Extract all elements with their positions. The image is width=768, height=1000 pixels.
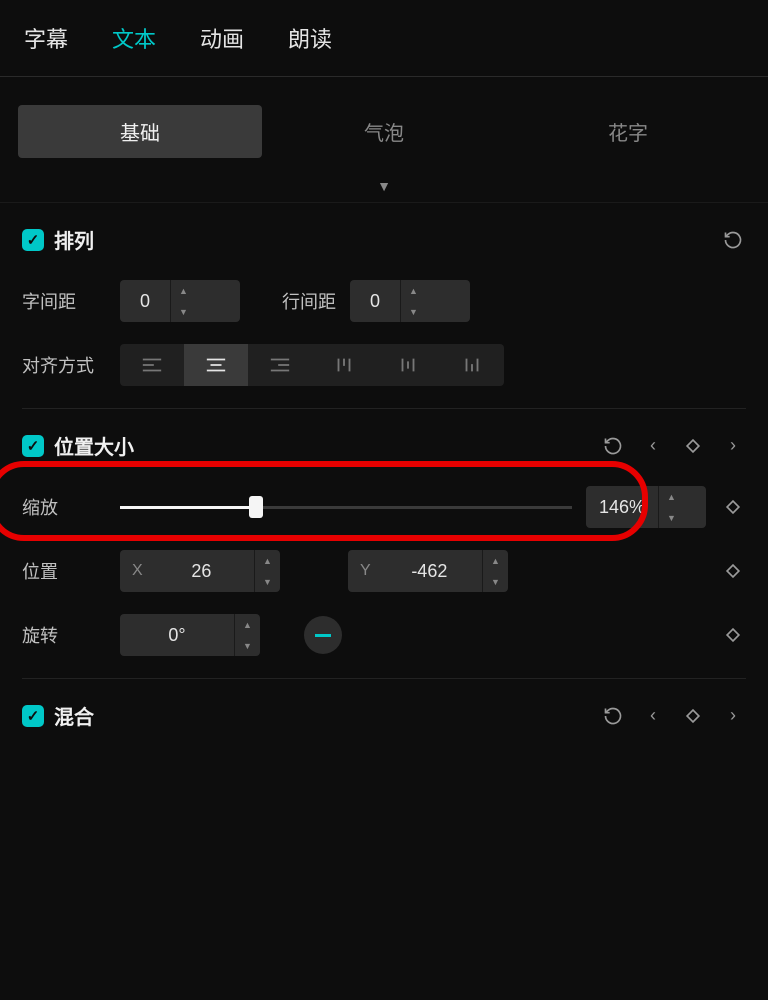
- top-tab-bar: 字幕 文本 动画 朗读: [0, 0, 768, 77]
- scale-label: 缩放: [22, 494, 106, 520]
- reset-icon: [603, 706, 623, 726]
- chevron-left-icon: ‹: [650, 435, 656, 456]
- spin-down-icon[interactable]: ▼: [659, 507, 684, 528]
- spin-up-icon[interactable]: ▲: [171, 280, 196, 301]
- keyframe-button[interactable]: [720, 558, 746, 584]
- align-label: 对齐方式: [22, 352, 106, 378]
- scale-input[interactable]: 146% ▲▼: [586, 486, 706, 528]
- line-spacing-input[interactable]: 0 ▲▼: [350, 280, 470, 322]
- rotation-value: 0°: [120, 625, 234, 646]
- keyframe-button[interactable]: [720, 622, 746, 648]
- char-spacing-value: 0: [120, 291, 170, 312]
- pos-x-value: 26: [149, 561, 254, 582]
- spin-up-icon[interactable]: ▲: [483, 550, 508, 571]
- position-row: 位置 X 26 ▲▼ Y -462 ▲▼: [22, 550, 746, 592]
- slider-thumb[interactable]: [249, 496, 263, 518]
- keyframe-next-button[interactable]: ›: [720, 703, 746, 729]
- pos-x-input[interactable]: X 26 ▲▼: [120, 550, 280, 592]
- diamond-icon: [683, 706, 703, 726]
- align-vert-icon: [333, 356, 355, 374]
- spin-up-icon[interactable]: ▲: [401, 280, 426, 301]
- spin-down-icon[interactable]: ▼: [171, 301, 196, 322]
- section-position-size: ✓ 位置大小 ‹ › 缩放 146% ▲▼: [0, 409, 768, 679]
- spin-up-icon[interactable]: ▲: [235, 614, 260, 635]
- char-spacing-input[interactable]: 0 ▲▼: [120, 280, 240, 322]
- chevron-down-icon: ▼: [377, 178, 391, 194]
- rotation-input[interactable]: 0° ▲▼: [120, 614, 260, 656]
- chevron-left-icon: ‹: [650, 705, 656, 726]
- align-center-button[interactable]: [184, 344, 248, 386]
- tab-animation[interactable]: 动画: [200, 22, 244, 54]
- align-vert-left-button[interactable]: [312, 344, 376, 386]
- align-vert-icon: [461, 356, 483, 374]
- reset-button[interactable]: [600, 433, 626, 459]
- diamond-icon: [683, 436, 703, 456]
- spin-up-icon[interactable]: ▲: [255, 550, 280, 571]
- position-size-checkbox[interactable]: ✓: [22, 435, 44, 457]
- align-right-icon: [269, 356, 291, 374]
- line-spacing-label: 行间距: [282, 288, 336, 314]
- section-blend: ✓ 混合 ‹ ›: [0, 679, 768, 730]
- rotation-row: 旋转 0° ▲▼: [22, 614, 746, 656]
- keyframe-button[interactable]: [680, 433, 706, 459]
- collapse-toggle[interactable]: ▼: [0, 158, 768, 203]
- align-vert-center-button[interactable]: [376, 344, 440, 386]
- keyframe-prev-button[interactable]: ‹: [640, 703, 666, 729]
- chevron-right-icon: ›: [730, 435, 736, 456]
- rotation-dial[interactable]: [304, 616, 342, 654]
- sub-tab-basic[interactable]: 基础: [18, 105, 262, 158]
- align-right-button[interactable]: [248, 344, 312, 386]
- diamond-icon: [723, 625, 743, 645]
- position-size-title: 位置大小: [54, 431, 134, 460]
- char-spacing-label: 字间距: [22, 288, 106, 314]
- blend-title: 混合: [54, 701, 94, 730]
- pos-y-value: -462: [377, 561, 482, 582]
- keyframe-prev-button[interactable]: ‹: [640, 433, 666, 459]
- spin-down-icon[interactable]: ▼: [235, 635, 260, 656]
- keyframe-button[interactable]: [720, 494, 746, 520]
- scale-row: 缩放 146% ▲▼: [22, 486, 746, 528]
- arrange-title: 排列: [54, 225, 94, 254]
- align-group: [120, 344, 504, 386]
- rotation-indicator: [315, 634, 331, 637]
- keyframe-next-button[interactable]: ›: [720, 433, 746, 459]
- spin-down-icon[interactable]: ▼: [483, 571, 508, 592]
- blend-checkbox[interactable]: ✓: [22, 705, 44, 727]
- scale-value: 146%: [586, 497, 658, 518]
- line-spacing-value: 0: [350, 291, 400, 312]
- reset-button[interactable]: [720, 227, 746, 253]
- check-icon: ✓: [27, 707, 40, 725]
- tab-text[interactable]: 文本: [112, 22, 156, 54]
- diamond-icon: [723, 497, 743, 517]
- chevron-right-icon: ›: [730, 705, 736, 726]
- reset-icon: [603, 436, 623, 456]
- align-left-button[interactable]: [120, 344, 184, 386]
- arrange-checkbox[interactable]: ✓: [22, 229, 44, 251]
- align-left-icon: [141, 356, 163, 374]
- spin-up-icon[interactable]: ▲: [659, 486, 684, 507]
- diamond-icon: [723, 561, 743, 581]
- pos-x-prefix: X: [120, 562, 149, 580]
- reset-icon: [723, 230, 743, 250]
- check-icon: ✓: [27, 437, 40, 455]
- tab-read[interactable]: 朗读: [288, 22, 332, 54]
- align-vert-right-button[interactable]: [440, 344, 504, 386]
- keyframe-button[interactable]: [680, 703, 706, 729]
- sub-tab-fancy[interactable]: 花字: [506, 105, 750, 158]
- spin-down-icon[interactable]: ▼: [401, 301, 426, 322]
- reset-button[interactable]: [600, 703, 626, 729]
- rotation-label: 旋转: [22, 622, 106, 648]
- pos-y-prefix: Y: [348, 562, 377, 580]
- spin-down-icon[interactable]: ▼: [255, 571, 280, 592]
- pos-y-input[interactable]: Y -462 ▲▼: [348, 550, 508, 592]
- sub-tab-bar: 基础 气泡 花字: [18, 105, 750, 158]
- section-arrange: ✓ 排列 字间距 0 ▲▼ 行间距 0 ▲▼ 对齐方式: [0, 203, 768, 409]
- position-label: 位置: [22, 558, 106, 584]
- scale-slider[interactable]: [120, 495, 572, 519]
- tab-subtitle[interactable]: 字幕: [24, 22, 68, 54]
- check-icon: ✓: [27, 231, 40, 249]
- align-center-icon: [205, 356, 227, 374]
- align-vert-icon: [397, 356, 419, 374]
- sub-tab-bubble[interactable]: 气泡: [262, 105, 506, 158]
